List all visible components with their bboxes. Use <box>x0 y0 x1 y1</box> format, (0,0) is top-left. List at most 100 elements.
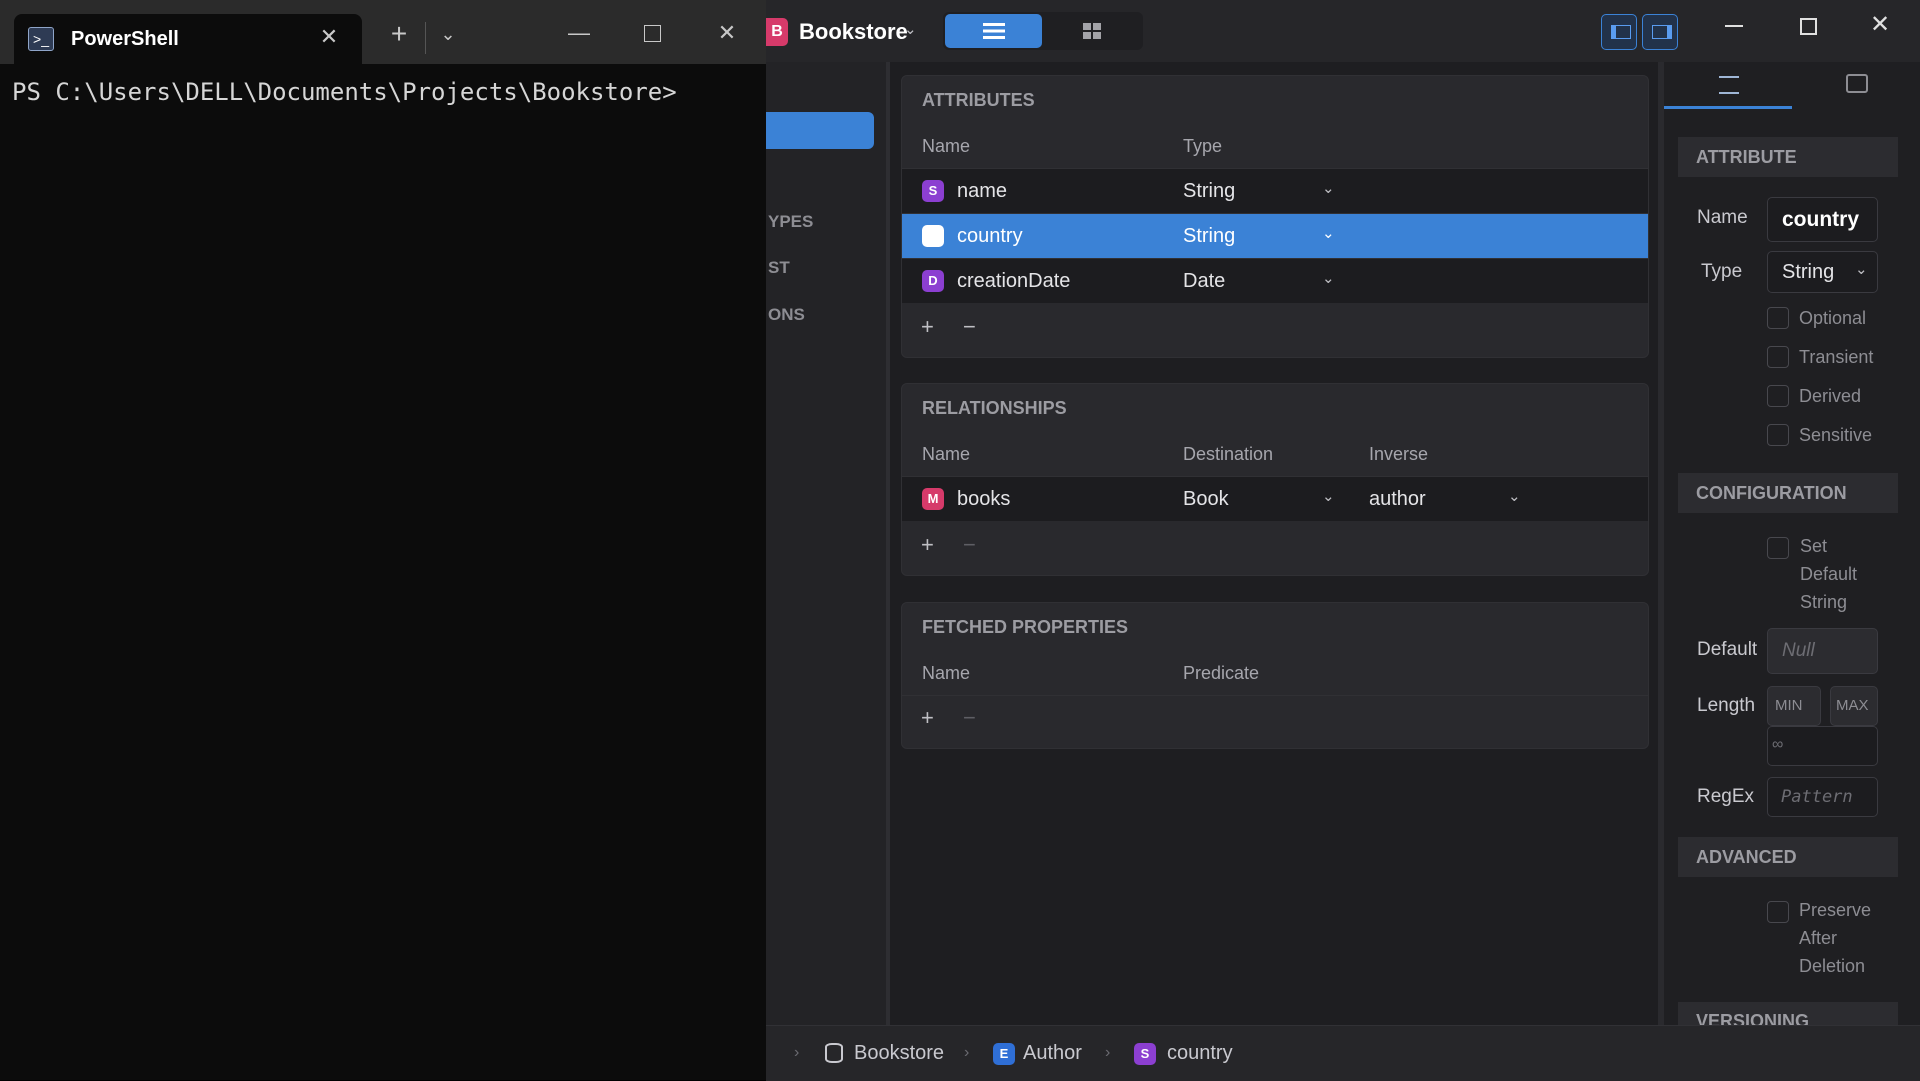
tab-attribute-inspector[interactable] <box>1664 62 1792 109</box>
sidebar-right-icon <box>1652 25 1672 39</box>
attribute-row[interactable]: S name String ⌄ <box>902 168 1648 213</box>
default-placeholder: Null <box>1782 640 1815 661</box>
date-badge: D <box>922 270 944 292</box>
chevron-down-icon[interactable]: ⌄ <box>1322 269 1335 287</box>
preserve-after-deletion-checkbox[interactable] <box>1767 901 1789 923</box>
terminal-prompt[interactable]: PS C:\Users\DELL\Documents\Projects\Book… <box>12 78 677 106</box>
transient-label: Transient <box>1799 347 1874 367</box>
sidebar-section-list[interactable]: ST <box>768 258 790 278</box>
optional-label: Optional <box>1799 308 1867 328</box>
close-window-icon[interactable]: ✕ <box>712 20 742 46</box>
relationship-inverse[interactable]: author <box>1369 488 1426 511</box>
add-fetched-property-button[interactable]: + <box>921 705 934 731</box>
attribute-type[interactable]: String <box>1183 225 1235 248</box>
chevron-down-icon[interactable]: ⌄ <box>433 24 463 45</box>
app-close-icon[interactable]: ✕ <box>1870 10 1890 39</box>
type-select[interactable]: String ⌄ <box>1767 251 1878 293</box>
minimize-icon[interactable]: — <box>564 20 594 46</box>
powershell-icon: >_ <box>28 27 54 51</box>
advanced-section-header: ADVANCED <box>1678 837 1898 877</box>
attribute-type[interactable]: Date <box>1183 270 1225 293</box>
toggle-right-panel-button[interactable] <box>1642 14 1678 50</box>
project-name[interactable]: Bookstore <box>799 19 908 45</box>
name-field[interactable]: country <box>1767 197 1878 242</box>
breadcrumb-project[interactable]: Bookstore <box>854 1042 944 1065</box>
terminal-tab-title: PowerShell <box>71 28 179 50</box>
derived-checkbox[interactable] <box>1767 385 1789 407</box>
chevron-down-icon[interactable]: ⌄ <box>1508 487 1521 505</box>
default-label: Default <box>1697 639 1758 660</box>
relationship-name: books <box>957 488 1011 510</box>
terminal-tab[interactable]: >_ PowerShell ✕ <box>14 14 362 64</box>
optional-checkbox[interactable] <box>1767 307 1789 329</box>
sidebar-section-types[interactable]: YPES <box>768 212 813 232</box>
configuration-section-header: CONFIGURATION <box>1678 473 1898 513</box>
close-tab-icon[interactable]: ✕ <box>314 24 344 50</box>
breadcrumb-separator: › <box>794 1044 800 1061</box>
attribute-row-selected[interactable]: country String ⌄ <box>902 213 1648 258</box>
remove-attribute-button[interactable]: − <box>963 314 976 340</box>
breadcrumb-separator: › <box>1105 1044 1111 1061</box>
terminal-window <box>0 0 766 1080</box>
attribute-name: country <box>957 225 1023 247</box>
preserve-label-line1: Preserve <box>1799 900 1872 920</box>
relationship-destination[interactable]: Book <box>1183 488 1229 511</box>
preserve-label-line3: Deletion <box>1799 956 1866 976</box>
sidebar-section-configurations[interactable]: ONS <box>768 305 805 325</box>
col-name: Name <box>922 663 971 683</box>
sensitive-checkbox[interactable] <box>1767 424 1789 446</box>
attribute-badge: S <box>1134 1043 1156 1065</box>
toggle-left-panel-button[interactable] <box>1601 14 1637 50</box>
attribute-name: name <box>957 180 1008 202</box>
add-attribute-button[interactable]: + <box>921 314 934 340</box>
length-max-field[interactable]: MAX <box>1830 686 1878 726</box>
list-view-button[interactable] <box>945 14 1042 48</box>
set-default-label-line1: Set <box>1800 536 1828 556</box>
project-badge: B <box>766 18 788 46</box>
app-maximize-icon[interactable] <box>1800 18 1817 35</box>
max-placeholder: MAX <box>1836 697 1869 714</box>
new-tab-icon[interactable]: + <box>384 20 414 48</box>
remove-fetched-property-button[interactable]: − <box>963 705 976 731</box>
length-value-field[interactable]: ∞ <box>1767 726 1878 766</box>
string-badge <box>922 225 944 247</box>
relationships-title: RELATIONSHIPS <box>922 398 1067 418</box>
attributes-panel: ATTRIBUTES Name Type S name String ⌄ cou… <box>901 75 1649 358</box>
sliders-icon <box>1719 76 1739 94</box>
chevron-down-icon[interactable]: ⌄ <box>1322 487 1335 505</box>
attribute-name: creationDate <box>957 270 1071 292</box>
grid-icon <box>1083 23 1101 39</box>
comment-icon <box>1846 74 1868 93</box>
relationship-row[interactable]: M books Book ⌄ author ⌄ <box>902 476 1648 521</box>
breadcrumb-separator: › <box>964 1044 970 1061</box>
chevron-down-icon[interactable]: ⌄ <box>1322 179 1335 197</box>
attribute-type[interactable]: String <box>1183 180 1235 203</box>
transient-checkbox[interactable] <box>1767 346 1789 368</box>
name-label: Name <box>1697 207 1748 228</box>
sidebar-left-icon <box>1611 25 1631 39</box>
default-field[interactable]: Null <box>1767 628 1878 674</box>
length-min-field[interactable]: MIN <box>1767 686 1821 726</box>
tab-divider <box>425 22 426 54</box>
set-default-label-line3: String <box>1800 592 1848 612</box>
grid-view-button[interactable] <box>1044 14 1141 48</box>
sidebar-selected-item[interactable] <box>766 112 874 149</box>
col-inverse: Inverse <box>1369 444 1429 464</box>
attribute-row[interactable]: D creationDate Date ⌄ <box>902 258 1648 303</box>
sensitive-label: Sensitive <box>1799 425 1873 445</box>
maximize-icon[interactable] <box>644 25 661 42</box>
app-minimize-icon[interactable] <box>1725 25 1743 27</box>
min-placeholder: MIN <box>1775 697 1803 714</box>
length-label: Length <box>1697 695 1756 716</box>
chevron-down-icon[interactable]: ⌄ <box>1322 224 1335 242</box>
derived-label: Derived <box>1799 386 1862 406</box>
add-relationship-button[interactable]: + <box>921 532 934 558</box>
fetched-properties-panel: FETCHED PROPERTIES Name Predicate + − <box>901 602 1649 749</box>
breadcrumb-entity[interactable]: Author <box>1023 1042 1082 1065</box>
project-chevron-icon[interactable]: ⌄ <box>904 20 917 38</box>
set-default-string-checkbox[interactable] <box>1767 537 1789 559</box>
remove-relationship-button[interactable]: − <box>963 532 976 558</box>
regex-field[interactable]: Pattern <box>1767 777 1878 817</box>
breadcrumb-attribute[interactable]: country <box>1167 1042 1233 1065</box>
tab-comments[interactable] <box>1792 62 1920 106</box>
